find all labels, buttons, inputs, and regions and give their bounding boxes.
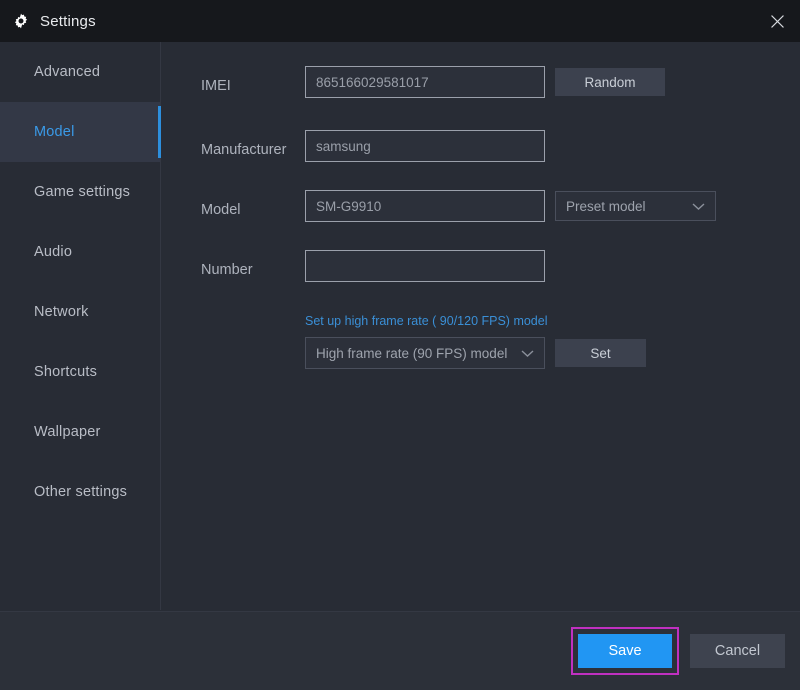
footer-bar: Save Cancel	[0, 611, 800, 690]
set-button[interactable]: Set	[555, 339, 646, 367]
manufacturer-input[interactable]: samsung	[305, 130, 545, 162]
model-row: Model SM-G9910 Preset model	[162, 190, 800, 230]
high-frame-rate-link[interactable]: Set up high frame rate ( 90/120 FPS) mod…	[305, 314, 548, 328]
close-button[interactable]	[754, 0, 800, 42]
set-button-label: Set	[590, 345, 611, 361]
sidebar-item-model[interactable]: Model	[0, 102, 161, 162]
cancel-button[interactable]: Cancel	[690, 634, 785, 668]
sidebar-item-label: Network	[34, 304, 89, 320]
sidebar-item-network[interactable]: Network	[0, 282, 160, 342]
preset-model-value: Preset model	[566, 198, 646, 214]
number-label: Number	[201, 262, 253, 278]
gear-icon	[12, 12, 30, 30]
sidebar-item-wallpaper[interactable]: Wallpaper	[0, 402, 160, 462]
sidebar-item-label: Advanced	[34, 64, 101, 80]
sidebar-item-shortcuts[interactable]: Shortcuts	[0, 342, 160, 402]
settings-window: Settings Advanced Model Game settings Au…	[0, 0, 800, 690]
random-button-label: Random	[584, 74, 636, 90]
settings-content: IMEI 865166029581017 Random Manufacturer…	[162, 42, 800, 610]
sidebar-item-audio[interactable]: Audio	[0, 222, 160, 282]
random-button[interactable]: Random	[555, 68, 665, 96]
sidebar-item-label: Wallpaper	[34, 424, 101, 440]
save-button[interactable]: Save	[578, 634, 672, 668]
high-frame-rate-value: High frame rate (90 FPS) model	[316, 345, 508, 361]
manufacturer-row: Manufacturer samsung	[162, 130, 800, 170]
sidebar-item-label: Game settings	[34, 184, 131, 200]
imei-row: IMEI 865166029581017 Random	[162, 66, 800, 106]
cancel-button-label: Cancel	[714, 643, 761, 659]
chevron-down-icon	[692, 199, 705, 214]
sidebar-item-label: Other settings	[34, 484, 128, 500]
sidebar-item-label: Audio	[34, 244, 73, 260]
model-label: Model	[201, 202, 241, 218]
sidebar-item-label: Model	[34, 124, 75, 140]
imei-label: IMEI	[201, 78, 231, 94]
sidebar-item-advanced[interactable]: Advanced	[0, 42, 160, 102]
imei-input[interactable]: 865166029581017	[305, 66, 545, 98]
chevron-down-icon	[521, 346, 534, 361]
title-bar: Settings	[0, 0, 800, 42]
preset-model-select[interactable]: Preset model	[555, 191, 716, 221]
manufacturer-label: Manufacturer	[201, 142, 287, 158]
close-icon	[770, 14, 784, 28]
sidebar: Advanced Model Game settings Audio Netwo…	[0, 42, 161, 610]
sidebar-item-other-settings[interactable]: Other settings	[0, 462, 160, 522]
number-row: Number	[162, 250, 800, 290]
save-button-label: Save	[608, 643, 642, 659]
model-input[interactable]: SM-G9910	[305, 190, 545, 222]
window-title: Settings	[40, 12, 96, 30]
high-frame-rate-select[interactable]: High frame rate (90 FPS) model	[305, 337, 545, 369]
sidebar-item-label: Shortcuts	[34, 364, 98, 380]
number-input[interactable]	[305, 250, 545, 282]
sidebar-item-game-settings[interactable]: Game settings	[0, 162, 160, 222]
